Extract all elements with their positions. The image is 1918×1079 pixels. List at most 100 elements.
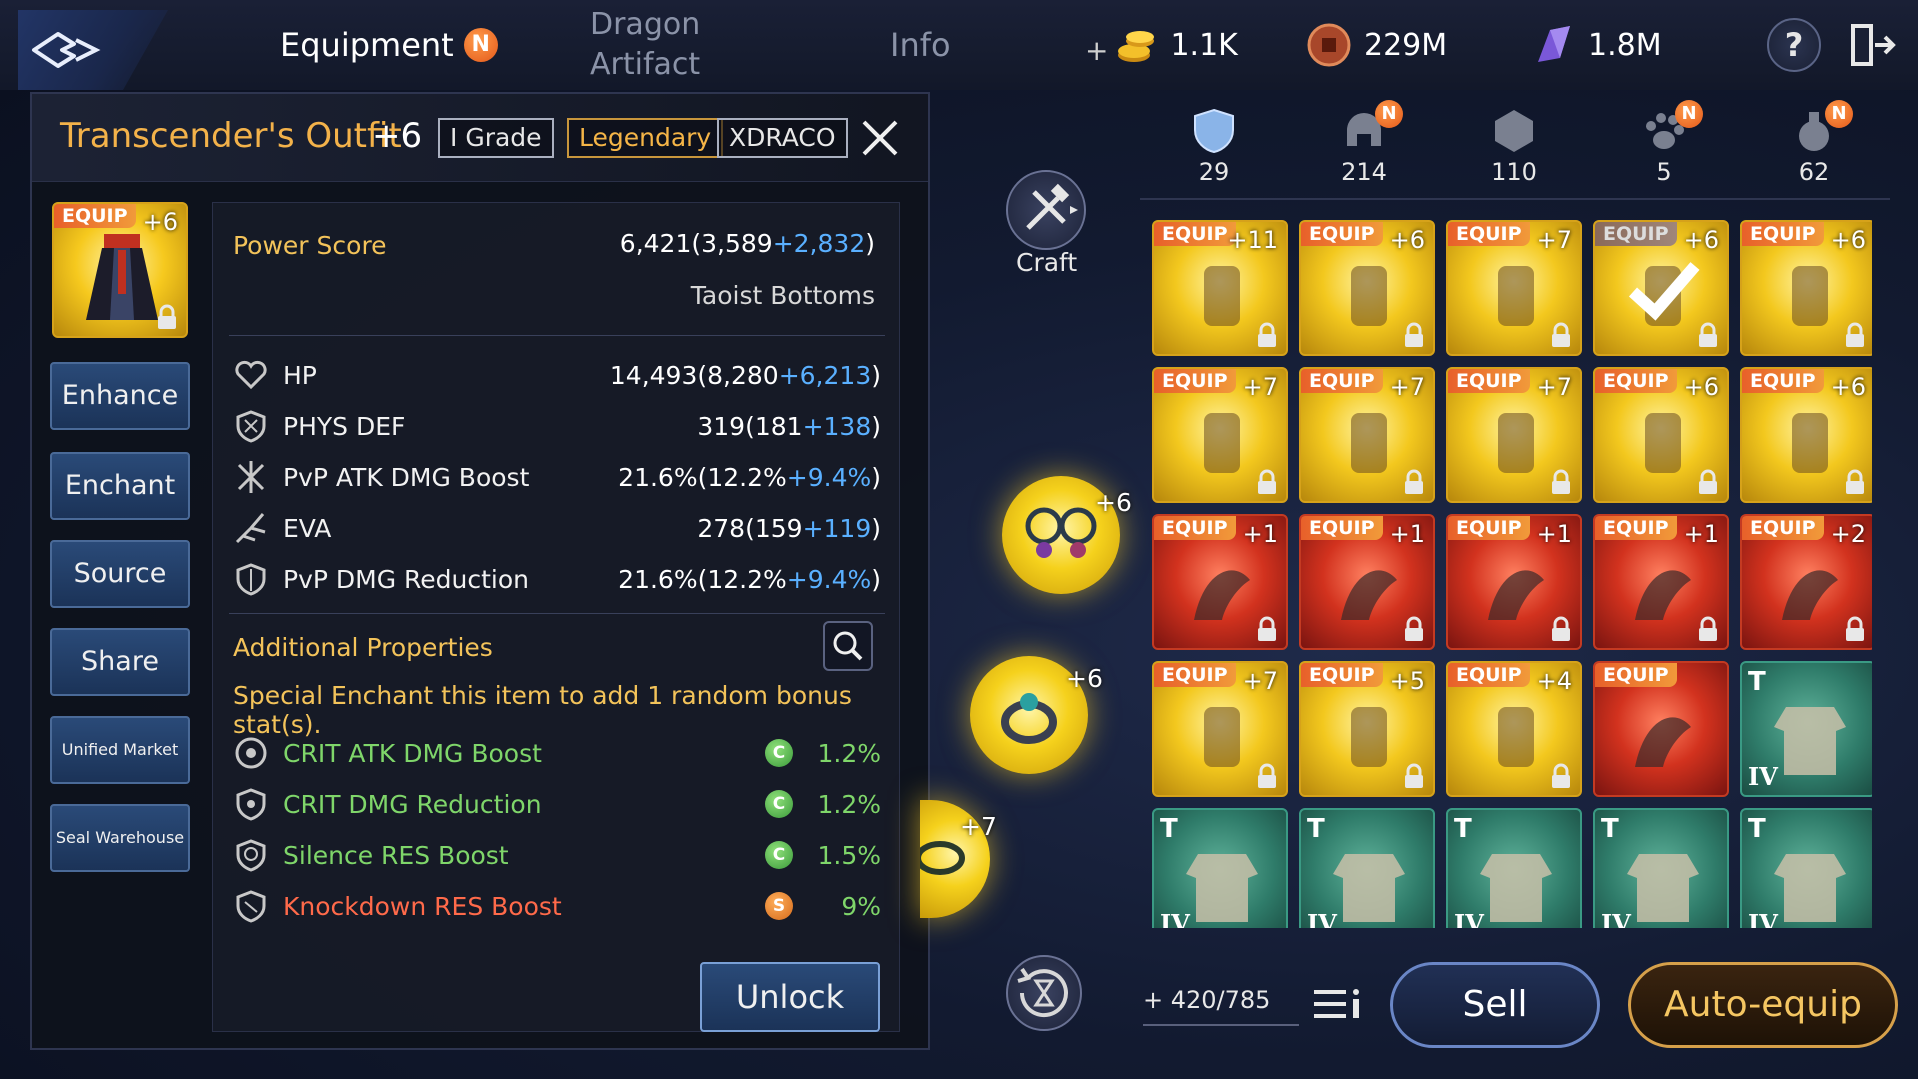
tab-dragon-artifact[interactable]: Dragon Artifact <box>590 0 700 90</box>
inventory-slot[interactable]: EQUIP +6 <box>1593 367 1729 503</box>
inventory-slot[interactable]: EQUIP +6 <box>1299 220 1435 356</box>
inventory-slot[interactable]: T IV <box>1740 808 1872 928</box>
inventory-slot[interactable]: T IV <box>1740 661 1872 797</box>
unlock-button[interactable]: Unlock <box>700 962 880 1032</box>
silence-res-icon <box>236 839 266 872</box>
inventory-slot[interactable]: EQUIP +1 <box>1446 514 1582 650</box>
tier-icon: T <box>1454 814 1472 844</box>
inventory-slot[interactable]: T IV <box>1593 808 1729 928</box>
divider <box>229 613 885 614</box>
inventory-slot[interactable]: EQUIP +6 <box>1740 220 1872 356</box>
auto-equip-button[interactable]: Auto-equip <box>1628 962 1898 1048</box>
inventory-slot[interactable]: EQUIP +7 <box>1299 367 1435 503</box>
magnify-button[interactable] <box>823 621 873 671</box>
tier-icon: T <box>1601 814 1619 844</box>
property-row: CRIT DMG Reduction C 1.2% <box>233 782 881 826</box>
inventory-slot[interactable]: EQUIP +6 <box>1740 367 1872 503</box>
property-row: Knockdown RES Boost S 9% <box>233 884 881 928</box>
exit-door-icon <box>1851 24 1896 66</box>
stat-row-pvp-dmg-reduction: PvP DMG Reduction 21.6%(12.2%+9.4%) <box>233 557 881 601</box>
inventory-slot[interactable]: EQUIP +6 <box>1593 220 1729 356</box>
lock-icon <box>1552 616 1570 641</box>
inventory-slot[interactable]: EQUIP +7 <box>1446 220 1582 356</box>
equip-tag: EQUIP <box>1448 516 1530 540</box>
seal-warehouse-button[interactable]: Seal Warehouse <box>50 804 190 872</box>
category-count: 5 <box>1656 158 1672 186</box>
copper-value: 229M <box>1364 27 1448 63</box>
category-armor[interactable]: 29 <box>1164 100 1264 195</box>
craft-button[interactable] <box>1006 170 1086 250</box>
sort-list-button[interactable] <box>1312 984 1364 1024</box>
xdraco-tag: XDRACO <box>717 118 848 158</box>
tier-roman-numeral: IV <box>1454 909 1484 928</box>
history-button[interactable] <box>1006 955 1082 1031</box>
equip-tag: EQUIP <box>1742 516 1824 540</box>
inventory-slot[interactable]: EQUIP +1 <box>1152 514 1288 650</box>
horse-mask-icon <box>1635 717 1691 767</box>
inventory-slot[interactable]: EQUIP +1 <box>1593 514 1729 650</box>
item-enhance-level: +6 <box>372 116 423 156</box>
category-pet[interactable]: N 5 <box>1614 100 1714 195</box>
knockdown-res-icon <box>236 890 266 923</box>
lock-icon <box>1405 616 1423 641</box>
inventory-slot[interactable]: EQUIP +2 <box>1740 514 1872 650</box>
stat-row-pvp-atk: PvP ATK DMG Boost 21.6%(12.2%+9.4%) <box>233 455 881 499</box>
enhance-level: +2 <box>1830 520 1866 548</box>
enhance-level: +7 <box>1536 373 1572 401</box>
tab-equipment[interactable]: Equipment N <box>280 0 498 90</box>
armor-category-icon <box>1194 108 1234 154</box>
help-button[interactable]: ? <box>1767 18 1821 72</box>
stat-row-eva: EVA 278(159+119) <box>233 506 881 550</box>
equip-tag: EQUIP <box>1301 516 1383 540</box>
inventory-slot[interactable]: EQUIP +1 <box>1299 514 1435 650</box>
lock-icon <box>1405 763 1423 788</box>
inventory-slot[interactable]: EQUIP +7 <box>1446 367 1582 503</box>
exit-button[interactable] <box>1845 18 1899 72</box>
lock-icon <box>1846 469 1864 494</box>
back-button[interactable] <box>18 10 168 90</box>
tier-roman-numeral: IV <box>1601 909 1631 928</box>
inventory-slot[interactable]: EQUIP +5 <box>1299 661 1435 797</box>
category-potion[interactable]: N 62 <box>1764 100 1864 195</box>
equip-tag: EQUIP <box>1301 222 1383 246</box>
inventory-slot[interactable]: EQUIP +7 <box>1152 367 1288 503</box>
inventory-slot[interactable]: EQUIP +11 <box>1152 220 1288 356</box>
equip-tag: EQUIP <box>1595 369 1677 393</box>
inventory-slot[interactable]: EQUIP <box>1593 661 1729 797</box>
inventory-capacity[interactable]: + 420/785 <box>1143 986 1270 1014</box>
close-button[interactable] <box>858 116 902 160</box>
inventory-slot[interactable]: EQUIP +4 <box>1446 661 1582 797</box>
copper-coin-icon <box>1307 23 1351 67</box>
inventory-slot[interactable]: EQUIP +7 <box>1152 661 1288 797</box>
category-helmet[interactable]: N 214 <box>1314 100 1414 195</box>
lock-icon <box>1258 322 1276 347</box>
new-badge: N <box>1825 100 1853 128</box>
copper-currency: 229M <box>1306 0 1447 90</box>
power-score-value: 6,421(3,589+2,832) <box>619 229 875 258</box>
gold-currency[interactable]: + 1.1K <box>1085 0 1238 90</box>
inventory-slot[interactable]: T IV <box>1152 808 1288 928</box>
pvp-defense-icon <box>236 563 266 596</box>
enchant-button[interactable]: Enchant <box>50 452 190 520</box>
add-gold-plus[interactable]: + <box>1085 34 1108 67</box>
share-button[interactable]: Share <box>50 628 190 696</box>
inventory-slot[interactable]: T IV <box>1446 808 1582 928</box>
enhance-button[interactable]: Enhance <box>50 362 190 430</box>
item-type: Taoist Bottoms <box>690 281 875 310</box>
list-info-icon <box>1314 989 1359 1018</box>
sell-button[interactable]: Sell <box>1390 962 1600 1048</box>
category-gem[interactable]: 110 <box>1464 100 1564 195</box>
inventory-slot[interactable]: T IV <box>1299 808 1435 928</box>
source-button[interactable]: Source <box>50 540 190 608</box>
tab-info[interactable]: Info <box>890 0 951 90</box>
equip-tag: EQUIP <box>1448 369 1530 393</box>
shield-icon <box>236 410 266 443</box>
equip-tag: EQUIP <box>1154 663 1236 687</box>
category-count: 110 <box>1491 158 1537 186</box>
equip-tag: EQUIP <box>1742 222 1824 246</box>
hourglass-refresh-icon <box>1017 967 1068 1018</box>
new-badge: N <box>1375 100 1403 128</box>
lock-icon <box>1552 469 1570 494</box>
category-count: 62 <box>1798 158 1830 186</box>
unified-market-button[interactable]: Unified Market <box>50 716 190 784</box>
